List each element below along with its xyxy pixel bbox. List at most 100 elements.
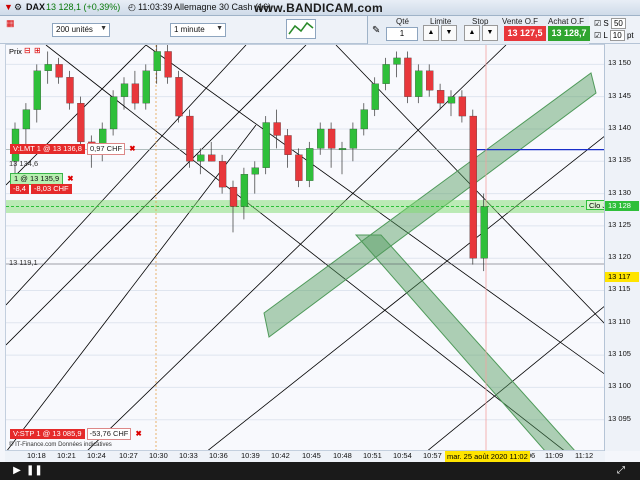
y-tick-label: 13 105 xyxy=(608,349,631,359)
y-tick-label: 13 100 xyxy=(608,381,631,391)
title-bar: ▼ ⚙ DAX 13 128,1 (+0,39%) ◴ 11:03:39 All… xyxy=(0,0,640,16)
chevron-down-icon: ▼ xyxy=(100,25,107,32)
candle-body xyxy=(120,83,129,97)
trading-app: ▼ ⚙ DAX 13 128,1 (+0,39%) ◴ 11:03:39 All… xyxy=(0,0,640,480)
limit-buy-button[interactable]: ▲ xyxy=(423,25,439,41)
price-chart[interactable]: Prix ⊟ ⊞ 13 134,6 13 119,1 V:LMT 1 @ 13 … xyxy=(5,44,605,451)
pause-icon[interactable]: ❚❚ xyxy=(26,464,43,478)
candle-body xyxy=(382,64,390,84)
candle-body xyxy=(218,161,227,188)
close-position-icon[interactable]: ✖ xyxy=(65,174,75,184)
x-tick-label: 10:57 xyxy=(423,451,442,460)
calculator-icon[interactable]: ✎ xyxy=(372,25,380,36)
buy-price-button[interactable]: 13 128,7 xyxy=(548,26,590,41)
x-tick-label: 10:48 xyxy=(333,451,352,460)
drawing-tools-button[interactable] xyxy=(286,19,316,39)
x-tick-label: 10:30 xyxy=(149,451,168,460)
stop-buy-button[interactable]: ▲ xyxy=(464,25,480,41)
price-label: Prix xyxy=(9,47,22,56)
candle-body xyxy=(349,128,358,149)
server-time: 11:03:39 xyxy=(138,2,173,12)
candle-body xyxy=(447,96,456,104)
instrument-price: 13 128,1 (+0,39%) xyxy=(46,2,121,12)
position-tag[interactable]: 1 @ 13 135,9 ✖ xyxy=(8,173,78,185)
option-s[interactable]: ☑ S 50 xyxy=(594,18,626,29)
crosshair-date: mar. 25 août 2020 11:02 xyxy=(445,451,530,462)
candle-body xyxy=(33,70,41,110)
candle-body xyxy=(393,57,401,65)
price-axis[interactable]: 13 150 13 145 13 140 13 135 13 130 13 125 13 1… xyxy=(604,44,640,451)
channel-band-down xyxy=(354,234,575,450)
candle-body xyxy=(426,70,434,91)
x-tick-label: 10:42 xyxy=(271,451,290,460)
candle-body xyxy=(208,154,216,162)
zoom-out-icon[interactable]: ⊟ xyxy=(24,46,31,55)
x-tick-label: 10:18 xyxy=(27,451,46,460)
stop-order-value: -53,76 CHF xyxy=(86,428,132,440)
y-tick-label: 13 135 xyxy=(608,155,631,165)
x-tick-label: 11:09 xyxy=(545,451,564,460)
candle-body xyxy=(436,90,445,104)
candle-body xyxy=(480,206,488,259)
units-select[interactable]: 200 unités ▼ xyxy=(52,23,110,37)
y-tick-label: 13 120 xyxy=(608,252,631,262)
x-tick-label: 11:12 xyxy=(575,451,594,460)
drawing-tool-icon xyxy=(288,21,314,35)
stop-order-tag[interactable]: V:STP 1 @ 13 085,9 -53,76 CHF ✖ xyxy=(8,428,146,440)
chart-canvas[interactable] xyxy=(6,45,605,451)
play-icon[interactable]: ▶ xyxy=(10,464,24,478)
candle-body xyxy=(295,154,303,181)
candle-body xyxy=(142,70,150,104)
candle-body xyxy=(338,148,347,151)
limit-sell-button[interactable]: ▼ xyxy=(441,25,457,41)
video-player-bar: ▶ ❚❚ ⤢ xyxy=(0,462,640,480)
limit-order-tag[interactable]: V:LMT 1 @ 13 136,8 0,97 CHF ✖ xyxy=(8,143,140,155)
candle-body xyxy=(415,70,423,97)
limit-order-value: 0,97 CHF xyxy=(87,143,126,155)
y-tick-label: 13 130 xyxy=(608,187,631,197)
fullscreen-icon[interactable]: ⤢ xyxy=(614,464,628,478)
x-tick-label: 10:27 xyxy=(119,451,138,460)
instrument-name: DAX xyxy=(26,2,46,12)
stop-order-label: V:STP 1 @ 13 085,9 xyxy=(10,429,85,439)
option-l[interactable]: ☑ L 10 pt xyxy=(594,30,634,41)
current-price-marker: 13 128 xyxy=(605,200,639,211)
candle-body xyxy=(109,96,118,130)
copyright: © IT-Finance.com Données indicatives xyxy=(9,442,112,448)
chart-type-icon[interactable]: ▦ xyxy=(6,18,15,29)
zoom-in-icon[interactable]: ⊞ xyxy=(34,46,41,55)
interval-select[interactable]: 1 minute ▼ xyxy=(170,23,226,37)
candle-body xyxy=(469,115,477,259)
qty-input[interactable]: 1 xyxy=(386,27,418,41)
x-tick-label: 10:54 xyxy=(393,451,412,460)
settings-icon[interactable]: ⚙ xyxy=(14,2,22,13)
order-options: ☑ S 50 ☑ L 10 pt xyxy=(590,16,640,44)
candle-body xyxy=(44,64,52,71)
support-zone xyxy=(6,200,604,213)
candle-body xyxy=(77,102,85,143)
y-tick-label: 13 145 xyxy=(608,90,631,100)
candle-body xyxy=(131,83,140,104)
limit-order-label: V:LMT 1 @ 13 136,8 xyxy=(10,144,85,154)
instrument-menu-icon[interactable]: ▼ xyxy=(4,2,13,12)
sell-price-button[interactable]: 13 127,5 xyxy=(504,26,546,41)
candle-body xyxy=(284,135,292,155)
candle-body xyxy=(458,96,467,117)
x-tick-label: 10:21 xyxy=(57,451,76,460)
cancel-stop-icon[interactable]: ✖ xyxy=(133,429,143,439)
option-s-value[interactable]: 50 xyxy=(610,18,626,29)
cancel-limit-icon[interactable]: ✖ xyxy=(127,144,137,154)
option-l-value[interactable]: 10 xyxy=(609,30,625,41)
x-tick-label: 10:45 xyxy=(302,451,321,460)
candle-body xyxy=(404,57,412,97)
x-tick-label: 10:51 xyxy=(363,451,382,460)
candle-body xyxy=(186,115,194,162)
candle-body xyxy=(164,51,172,78)
candle-body xyxy=(229,186,238,207)
candle-body xyxy=(197,154,205,162)
y-tick-label: 13 150 xyxy=(608,58,631,68)
candle-body xyxy=(360,109,368,130)
candle-body xyxy=(66,77,74,104)
stop-sell-button[interactable]: ▼ xyxy=(482,25,498,41)
x-tick-label: 10:24 xyxy=(87,451,106,460)
